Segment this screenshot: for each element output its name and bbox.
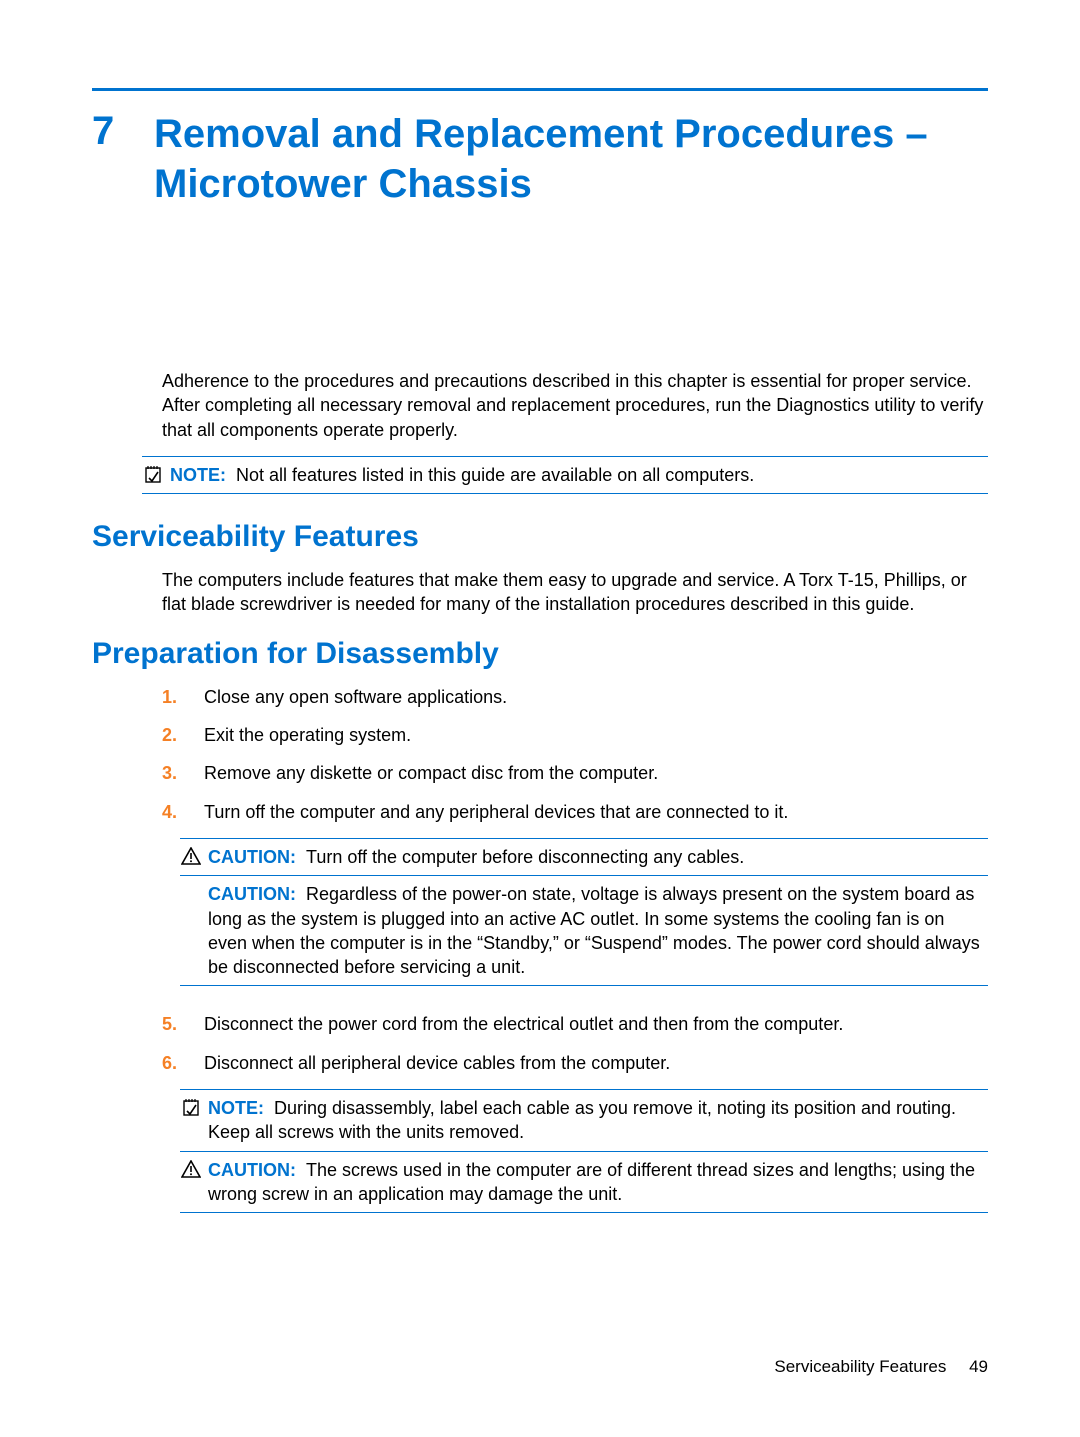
list-item: 1. Close any open software applications. — [162, 685, 988, 709]
chapter-header: 7 Removal and Replacement Procedures – M… — [92, 109, 988, 209]
top-rule — [92, 88, 988, 91]
section-heading-serviceability: Serviceability Features — [92, 520, 988, 554]
list-item: 4. Turn off the computer and any peripher… — [162, 800, 988, 824]
caution-text: Turn off the computer before disconnecti… — [306, 847, 744, 867]
steps-list-2: 5. Disconnect the power cord from the ele… — [162, 1012, 988, 1075]
list-item: 6. Disconnect all peripheral device cable… — [162, 1051, 988, 1075]
list-item: 2. Exit the operating system. — [162, 723, 988, 747]
list-item: 5. Disconnect the power cord from the ele… — [162, 1012, 988, 1036]
step-text: Disconnect the power cord from the elect… — [204, 1012, 843, 1036]
step-number: 6. — [162, 1051, 182, 1075]
caution-icon — [180, 1158, 202, 1207]
step-text: Close any open software applications. — [204, 685, 507, 709]
step-text: Remove any diskette or compact disc from… — [204, 761, 658, 785]
chapter-number: 7 — [92, 109, 122, 153]
step-text: Exit the operating system. — [204, 723, 411, 747]
caution-icon-spacer — [180, 882, 202, 979]
note-text: During disassembly, label each cable as … — [208, 1098, 956, 1142]
step-text: Turn off the computer and any peripheral… — [204, 800, 788, 824]
serviceability-paragraph: The computers include features that make… — [162, 568, 988, 617]
note-icon — [180, 1096, 202, 1145]
page-footer: Serviceability Features 49 — [774, 1357, 988, 1377]
note-text: Not all features listed in this guide ar… — [236, 465, 754, 485]
caution-text: Regardless of the power-on state, voltag… — [208, 884, 980, 977]
caution-text: The screws used in the computer are of d… — [208, 1160, 975, 1204]
note-icon — [142, 463, 164, 487]
caution-label: CAUTION: — [208, 1160, 296, 1180]
caution-label: CAUTION: — [208, 884, 296, 904]
step-number: 4. — [162, 800, 182, 824]
caution-icon — [180, 845, 202, 869]
step-number: 1. — [162, 685, 182, 709]
note-callout-top: NOTE: Not all features listed in this gui… — [142, 456, 988, 494]
section-heading-preparation: Preparation for Disassembly — [92, 637, 988, 671]
intro-paragraph: Adherence to the procedures and precauti… — [162, 369, 988, 442]
note-caution-bottom-group: NOTE:During disassembly, label each cabl… — [180, 1089, 988, 1213]
chapter-title: Removal and Replacement Procedures – Mic… — [154, 109, 988, 209]
step-text: Disconnect all peripheral device cables … — [204, 1051, 670, 1075]
footer-section: Serviceability Features — [774, 1357, 946, 1376]
step-number: 3. — [162, 761, 182, 785]
step-number: 5. — [162, 1012, 182, 1036]
note-label: NOTE: — [208, 1098, 264, 1118]
page-number: 49 — [969, 1357, 988, 1376]
caution-callout-group: CAUTION: Turn off the computer before dis… — [180, 838, 988, 986]
caution-label: CAUTION: — [208, 847, 296, 867]
list-item: 3. Remove any diskette or compact disc fr… — [162, 761, 988, 785]
note-label: NOTE: — [170, 465, 226, 485]
steps-list-1: 1.Close any open software applications. … — [162, 685, 988, 824]
step-number: 2. — [162, 723, 182, 747]
